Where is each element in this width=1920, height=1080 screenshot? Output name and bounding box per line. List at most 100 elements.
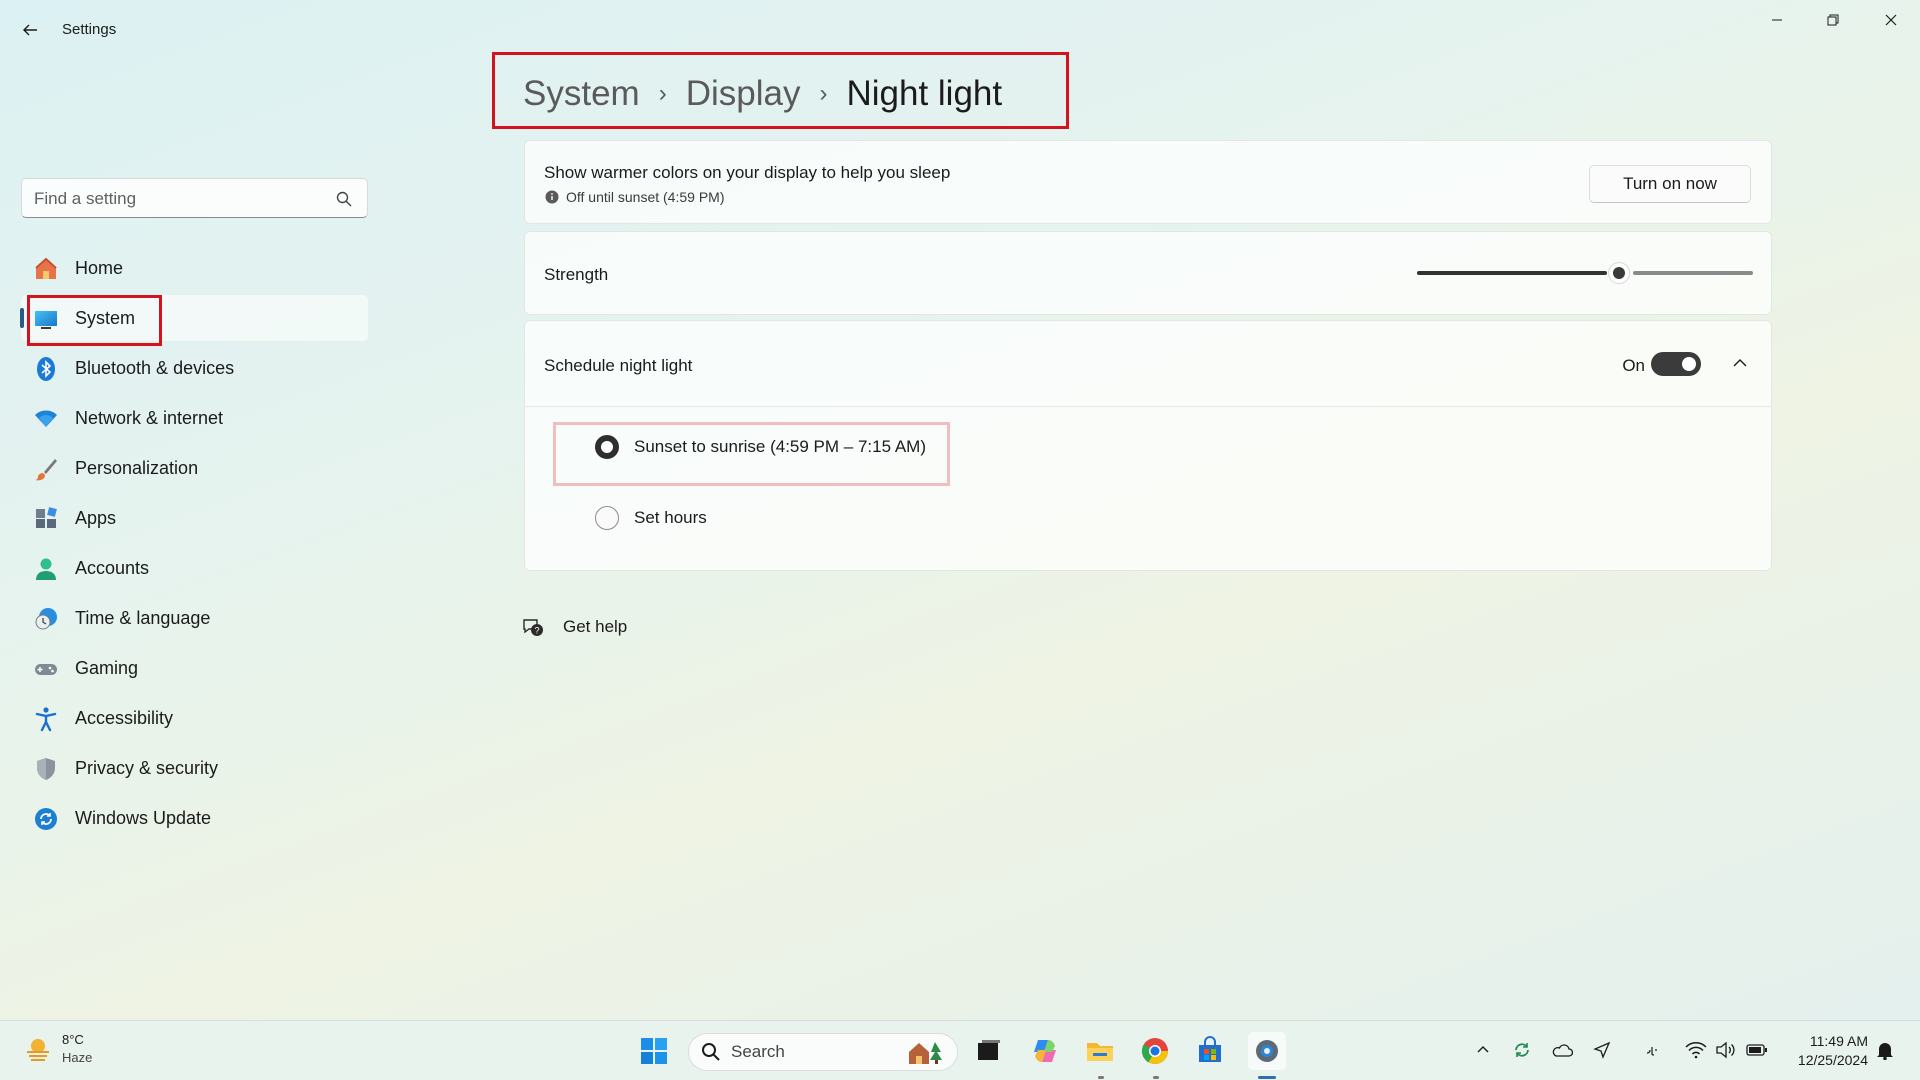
cloud-icon — [1552, 1044, 1573, 1057]
accounts-icon — [33, 556, 59, 582]
weather-desc: Haze — [62, 1050, 93, 1065]
radio-sunset-to-sunrise[interactable]: Sunset to sunrise (4:59 PM – 7:15 AM) — [595, 431, 926, 463]
schedule-label: Schedule night light — [544, 356, 693, 375]
sidebar-item-network[interactable]: Network & internet — [21, 395, 368, 441]
sync-icon — [1515, 1043, 1529, 1057]
sidebar-item-time-language[interactable]: Time & language — [21, 595, 368, 641]
radio-label: Sunset to sunrise (4:59 PM – 7:15 AM) — [634, 437, 926, 456]
sidebar-item-windows-update[interactable]: Windows Update — [21, 795, 368, 841]
info-icon — [545, 190, 559, 204]
breadcrumb-display[interactable]: Display — [686, 74, 801, 114]
strength-slider[interactable] — [1417, 262, 1753, 283]
taskbar-search[interactable]: Search — [688, 1033, 958, 1071]
file-explorer-button[interactable] — [1083, 1034, 1117, 1068]
sidebar-item-label: System — [75, 308, 136, 328]
onedrive-tray[interactable] — [1551, 1039, 1573, 1061]
sidebar-item-system[interactable]: System — [20, 295, 368, 341]
close-icon — [1885, 14, 1897, 26]
keyboard-language-tray[interactable] — [1640, 1039, 1662, 1061]
brush-icon — [33, 456, 59, 482]
sidebar-item-label: Gaming — [75, 658, 139, 678]
store-icon — [1199, 1036, 1221, 1062]
task-view-icon — [978, 1040, 1000, 1060]
sync-tray[interactable] — [1511, 1039, 1533, 1061]
bluetooth-icon — [33, 356, 59, 382]
breadcrumb-separator: › — [819, 80, 828, 107]
sidebar-item-home[interactable]: Home — [21, 245, 368, 291]
windows-logo-icon — [641, 1038, 667, 1064]
title-bar: Settings — [0, 0, 1920, 60]
chevron-up-icon[interactable] — [1731, 354, 1749, 372]
battery-tray[interactable] — [1746, 1039, 1768, 1061]
clock-date: 12/25/2024 — [1797, 1052, 1868, 1068]
night-light-description: Show warmer colors on your display to he… — [544, 163, 951, 182]
restore-button[interactable] — [1810, 6, 1856, 34]
app-title: Settings — [62, 21, 117, 38]
schedule-toggle[interactable] — [1651, 352, 1701, 376]
weather-text: 8°C Haze — [62, 1031, 92, 1067]
clock[interactable]: 11:49 AM 12/25/2024 — [1798, 1032, 1868, 1070]
sidebar-item-accounts[interactable]: Accounts — [21, 545, 368, 591]
sidebar-item-privacy[interactable]: Privacy & security — [21, 745, 368, 791]
sidebar-item-label: Network & internet — [75, 408, 224, 428]
radio-label: Set hours — [634, 508, 707, 527]
search-input[interactable] — [34, 187, 324, 211]
haze-sun-icon — [27, 1039, 49, 1061]
sidebar-item-accessibility[interactable]: Accessibility — [21, 695, 368, 741]
minimize-icon — [1772, 19, 1782, 21]
restore-icon — [1827, 14, 1839, 26]
close-button[interactable] — [1868, 6, 1914, 34]
clock-time: 11:49 AM — [1809, 1033, 1868, 1049]
sidebar-item-personalization[interactable]: Personalization — [21, 445, 368, 491]
radio-set-hours[interactable]: Set hours — [595, 502, 707, 534]
find-setting-search[interactable] — [21, 178, 368, 218]
strength-label: Strength — [544, 265, 609, 284]
active-indicator — [1258, 1076, 1276, 1079]
sidebar-item-bluetooth[interactable]: Bluetooth & devices — [21, 345, 368, 391]
back-button[interactable] — [16, 16, 44, 44]
toggle-knob — [1682, 357, 1696, 371]
store-button[interactable] — [1193, 1034, 1227, 1068]
schedule-header[interactable]: Schedule night light On — [525, 321, 1771, 407]
chevron-up-icon — [1477, 1046, 1489, 1053]
weather-temp: 8°C — [62, 1032, 84, 1047]
minimize-button[interactable] — [1754, 6, 1800, 34]
active-indicator — [1098, 1076, 1104, 1079]
sidebar-item-gaming[interactable]: Gaming — [21, 645, 368, 691]
notifications-button[interactable] — [1874, 1039, 1896, 1061]
night-light-card: Show warmer colors on your display to he… — [524, 140, 1772, 224]
schedule-card: Schedule night light On Sunset to sunris… — [524, 320, 1772, 571]
taskbar: 8°C Haze Search 11:49 AM 12/25/2024 — [0, 1020, 1920, 1080]
weather-widget[interactable]: 8°C Haze — [24, 1031, 92, 1067]
shield-icon — [33, 756, 59, 782]
night-light-status: Off until sunset (4:59 PM) — [566, 189, 725, 205]
wifi-icon — [33, 406, 59, 432]
sidebar-item-label: Home — [75, 258, 124, 278]
wifi-tray[interactable] — [1685, 1039, 1707, 1061]
location-tray[interactable] — [1591, 1039, 1613, 1061]
search-icon — [702, 1043, 720, 1061]
radio-button[interactable] — [595, 506, 619, 530]
settings-taskbar-button[interactable] — [1248, 1032, 1286, 1070]
gear-icon — [1256, 1040, 1278, 1062]
svg-text:?: ? — [534, 626, 539, 636]
breadcrumb-system[interactable]: System — [523, 74, 640, 114]
sidebar-item-apps[interactable]: Apps — [21, 495, 368, 541]
chrome-button[interactable] — [1138, 1034, 1172, 1068]
volume-tray[interactable] — [1714, 1039, 1736, 1061]
start-button[interactable] — [637, 1034, 671, 1068]
show-hidden-icons[interactable] — [1472, 1039, 1494, 1061]
get-help-link[interactable]: ? Get help — [522, 614, 627, 640]
copilot-button[interactable] — [1028, 1034, 1062, 1068]
radio-button[interactable] — [595, 435, 619, 459]
strength-card: Strength — [524, 231, 1772, 315]
chrome-icon — [1141, 1038, 1169, 1065]
task-view-button[interactable] — [972, 1034, 1006, 1068]
slider-thumb[interactable] — [1609, 263, 1629, 283]
system-icon — [33, 306, 59, 332]
copilot-icon — [1034, 1040, 1056, 1062]
turn-on-now-button[interactable]: Turn on now — [1589, 165, 1751, 203]
apps-icon — [33, 506, 59, 532]
sidebar-item-label: Windows Update — [75, 808, 212, 828]
search-icon[interactable] — [335, 190, 353, 208]
